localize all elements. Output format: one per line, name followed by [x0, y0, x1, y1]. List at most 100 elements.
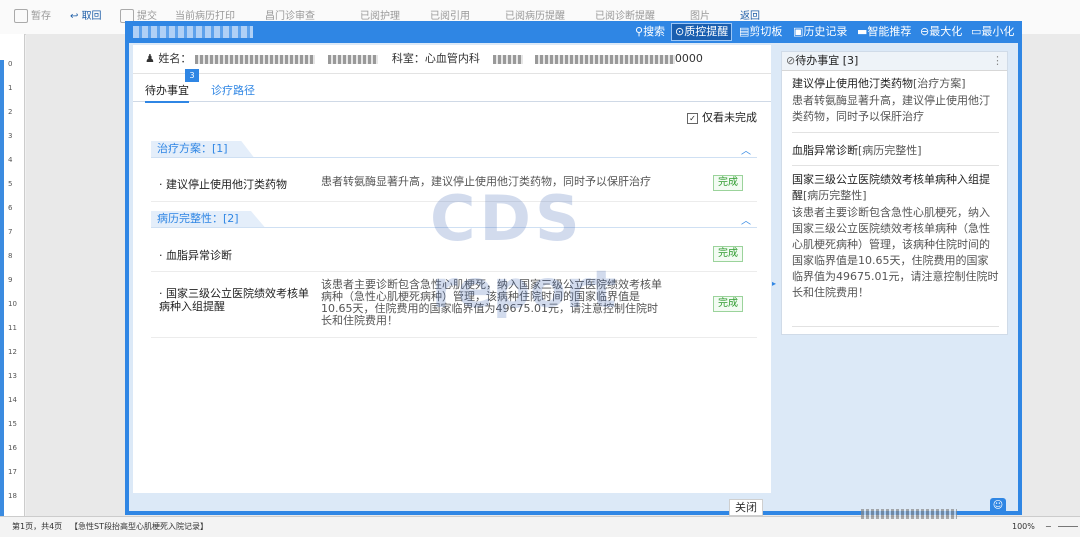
save-draft-button[interactable]: 暂存 — [14, 9, 51, 25]
assistant-icon[interactable]: ☺ — [990, 498, 1006, 514]
side-item-tag: [治疗方案] — [913, 77, 966, 90]
bed-redacted — [493, 54, 524, 64]
tab-path-label: 诊疗路径 — [211, 84, 255, 97]
side-item-desc: 该患者主要诊断包含急性心肌梗死，纳入国家三级公立医院绩效考核单病种（急性心肌梗死… — [792, 206, 999, 299]
qc-reminder-button[interactable]: ⊙质控提醒 — [671, 23, 733, 41]
ruler-mark: 6 — [8, 204, 13, 212]
side-todo-item[interactable]: 国家三级公立医院绩效考核单病种入组提醒[病历完整性] 该患者主要诊断包含急性心肌… — [792, 172, 999, 327]
complete-button[interactable]: 完成 — [713, 296, 743, 312]
tab-clinical-path[interactable]: 诊疗路径 — [211, 81, 255, 101]
ruler-mark: 4 — [8, 156, 13, 164]
dialog-title-redacted — [133, 26, 253, 38]
page-indicator: 第1页，共4页 — [12, 522, 63, 531]
complete-button[interactable]: 完成 — [713, 246, 743, 262]
dialog-titlebar: ⚲搜索 ⊙质控提醒 ▤剪切板 ▣历史记录 ▬智能推荐 ⊖最大化 ▭最小化 — [125, 21, 1022, 43]
ruler-mark: 3 — [8, 132, 13, 140]
todo-item-title: · 国家三级公立医院绩效考核单病种入组提醒 — [159, 287, 309, 313]
maximize-icon: ⊖ — [920, 25, 930, 38]
side-item-tag: [病历完整性] — [858, 144, 922, 157]
zoom-out-icon[interactable]: − — [1045, 517, 1052, 537]
tab-todo[interactable]: 待办事宜 — [145, 81, 189, 103]
patient-info-bar: ♟ 姓名： 科室：心血管内科 0000 — [133, 45, 771, 74]
minimize-button[interactable]: ▭最小化 — [971, 24, 1014, 40]
ruler-mark: 5 — [8, 180, 13, 188]
minimize-icon: ▭ — [971, 25, 982, 38]
dept-label: 科室： — [391, 52, 425, 65]
minimize-label: 最小化 — [981, 25, 1015, 38]
document-name: 【急性ST段抬高型心肌梗死入院记录】 — [70, 522, 208, 531]
side-item-title: 血脂异常诊断[病历完整性] — [792, 143, 999, 159]
right-scroll-area — [1022, 34, 1080, 516]
retrieve-label: 取回 — [81, 11, 102, 22]
history-button[interactable]: ▣历史记录 — [793, 24, 847, 40]
section-treatment[interactable]: 治疗方案：[1] ︿ — [151, 141, 757, 158]
footer-redacted — [861, 509, 957, 519]
todo-item-title-text: 建议停止使用他汀类药物 — [166, 178, 287, 191]
main-panel: ♟ 姓名： 科室：心血管内科 0000 待办事宜 3 诊疗路径 ✓ 仅看未完成 治… — [133, 45, 771, 493]
side-item-title-text: 建议停止使用他汀类药物 — [792, 77, 913, 90]
section-completeness-label: 病历完整性：[2] — [151, 211, 265, 227]
edit-icon: ⊘ — [786, 54, 796, 67]
record-id-suffix: 0000 — [674, 52, 703, 65]
ruler-mark: 15 — [8, 420, 17, 428]
side-item-tag: [病历完整性] — [803, 189, 867, 202]
dept-value: 心血管内科 — [424, 52, 480, 65]
chevron-up-icon[interactable]: ︿ — [741, 212, 751, 227]
side-todo-item[interactable]: 建议停止使用他汀类药物[治疗方案] 患者转氨酶显著升高，建议停止使用他汀类药物，… — [792, 76, 999, 133]
ruler-mark: 7 — [8, 228, 13, 236]
side-item-title: 国家三级公立医院绩效考核单病种入组提醒[病历完整性] — [792, 172, 999, 204]
side-item-desc: 患者转氨酶显著升高，建议停止使用他汀类药物，同时予以保肝治疗 — [792, 94, 990, 123]
ruler-mark: 13 — [8, 372, 17, 380]
only-unfinished-checkbox[interactable]: ✓ 仅看未完成 — [687, 109, 757, 125]
ruler-mark: 9 — [8, 276, 13, 284]
patient-info-redacted — [328, 54, 379, 64]
side-panel-header: ⊘待办事宜 [3] ⋮ — [782, 52, 1007, 71]
record-id-redacted — [534, 54, 675, 64]
ruler-mark: 8 — [8, 252, 13, 260]
ruler-mark: 16 — [8, 444, 17, 452]
clipboard-icon: ▤ — [739, 25, 750, 38]
maximize-button[interactable]: ⊖最大化 — [920, 24, 962, 40]
todo-item-desc: 该患者主要诊断包含急性心肌梗死，纳入国家三级公立医院绩效考核单病种（急性心肌梗死… — [321, 278, 662, 327]
smart-label: 智能推荐 — [867, 25, 912, 38]
clipboard-button[interactable]: ▤剪切板 — [739, 24, 782, 40]
history-label: 历史记录 — [803, 25, 848, 38]
chevron-up-icon[interactable]: ︿ — [741, 142, 751, 157]
ruler-mark: 17 — [8, 468, 17, 476]
todo-side-panel: ⊘待办事宜 [3] ⋮ 建议停止使用他汀类药物[治疗方案] 患者转氨酶显著升高，… — [781, 51, 1008, 335]
close-button[interactable]: 关闭 — [729, 499, 763, 516]
ruler-mark: 2 — [8, 108, 13, 116]
user-icon: ♟ — [145, 52, 155, 65]
collapse-arrow-icon[interactable]: ▸ — [772, 278, 778, 290]
ruler-mark: 10 — [8, 300, 17, 308]
todo-item-title: · 血脂异常诊断 — [159, 249, 232, 262]
more-icon[interactable]: ⋮ — [992, 52, 1003, 70]
search-label: 搜索 — [643, 25, 666, 38]
section-treatment-label: 治疗方案：[1] — [151, 141, 254, 157]
side-todo-item[interactable]: 血脂异常诊断[病历完整性] — [792, 139, 999, 166]
tab-todo-label: 待办事宜 — [145, 84, 189, 97]
complete-button[interactable]: 完成 — [713, 175, 743, 191]
ruler-mark: 18 — [8, 492, 17, 500]
side-panel-title: 待办事宜 [3] — [795, 54, 859, 67]
search-button[interactable]: ⚲搜索 — [635, 24, 665, 40]
ruler-mark: 0 — [8, 60, 13, 68]
retrieve-button[interactable]: ↩ 取回 — [70, 9, 102, 25]
qc-dialog: ⚲搜索 ⊙质控提醒 ▤剪切板 ▣历史记录 ▬智能推荐 ⊖最大化 ▭最小化 ♟ 姓… — [125, 21, 1022, 519]
checkbox-checked-icon[interactable]: ✓ — [687, 112, 698, 124]
todo-item-title-text: 国家三级公立医院绩效考核单病种入组提醒 — [159, 287, 309, 313]
zoom-slider[interactable] — [1058, 526, 1078, 527]
only-unfinished-label: 仅看未完成 — [702, 111, 757, 124]
clipboard-label: 剪切板 — [749, 25, 783, 38]
smart-icon: ▬ — [857, 25, 868, 38]
smart-recommend-button[interactable]: ▬智能推荐 — [857, 24, 911, 40]
left-accent-band — [0, 60, 4, 520]
todo-count-badge: 3 — [185, 69, 199, 82]
ruler-mark: 14 — [8, 396, 17, 404]
section-record-completeness[interactable]: 病历完整性：[2] ︿ — [151, 211, 757, 228]
save-icon — [14, 9, 28, 23]
patient-name-redacted — [194, 54, 315, 64]
dialog-body: ♟ 姓名： 科室：心血管内科 0000 待办事宜 3 诊疗路径 ✓ 仅看未完成 治… — [129, 43, 1018, 519]
search-icon: ⚲ — [635, 25, 644, 38]
alarm-icon: ⊙ — [675, 25, 685, 38]
